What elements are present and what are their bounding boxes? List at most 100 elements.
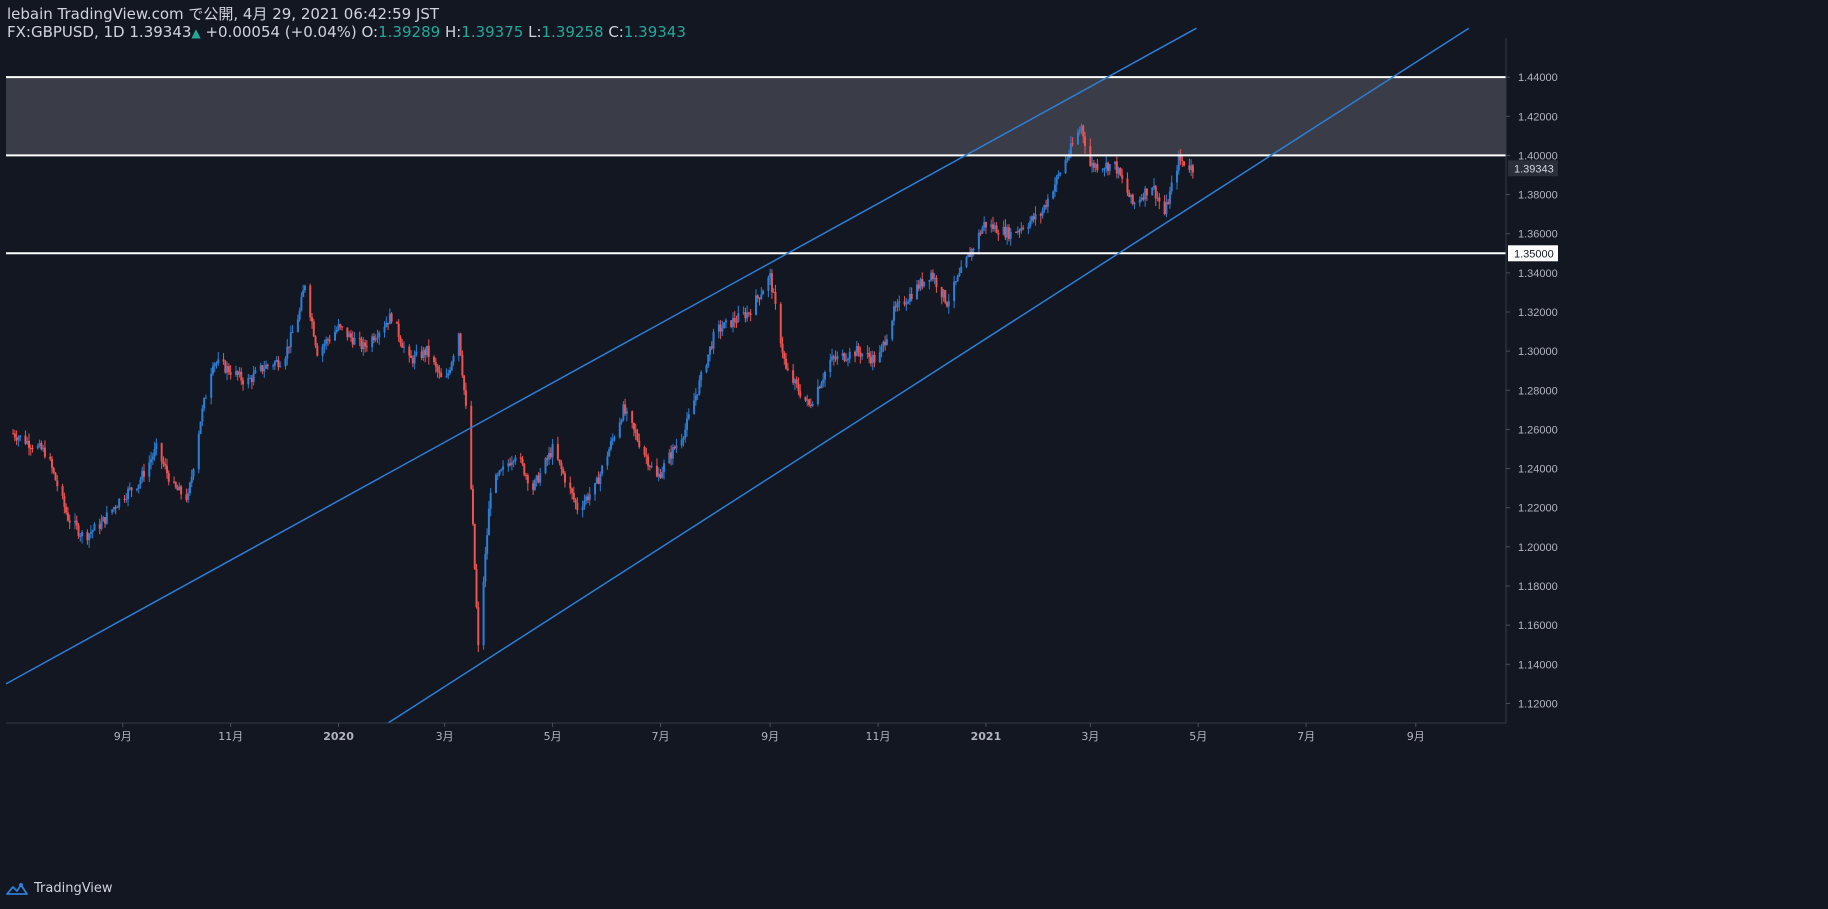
candle-body <box>24 435 27 444</box>
candle-body <box>50 459 53 468</box>
candle-body <box>236 371 239 375</box>
candle-body <box>242 380 245 385</box>
candle-body <box>298 310 301 320</box>
candle-body <box>661 472 664 478</box>
candle-body <box>572 492 575 500</box>
candle-body <box>892 306 895 321</box>
price-chart[interactable]: 1.440001.420001.400001.380001.360001.340… <box>0 0 1828 909</box>
candle-body <box>1114 161 1117 165</box>
candle-body <box>595 477 598 484</box>
candle-body <box>944 290 947 303</box>
x-tick-label: 11月 <box>218 730 243 743</box>
candle-body <box>288 346 291 348</box>
candle-body <box>855 346 858 357</box>
candle-body <box>210 373 213 398</box>
resistance-zone <box>6 77 1506 156</box>
candle-body <box>383 326 386 333</box>
candle-body <box>1145 188 1148 196</box>
candle-body <box>104 517 107 524</box>
candle-body <box>1115 161 1118 174</box>
candle-body <box>29 447 32 449</box>
candle-body <box>562 469 565 474</box>
candle-body <box>114 507 117 509</box>
candle-body <box>174 482 177 488</box>
candle-body <box>434 362 437 367</box>
candle-body <box>878 352 881 363</box>
candle-body <box>13 433 16 438</box>
candle-body <box>326 339 329 341</box>
candle-body <box>514 457 517 462</box>
tradingview-logo-icon <box>6 882 28 895</box>
candle-body <box>187 493 190 500</box>
candle-body <box>197 433 200 470</box>
candle-body <box>81 532 84 537</box>
candle-body <box>1151 187 1154 196</box>
candle-body <box>249 378 252 380</box>
candle-body <box>42 447 45 450</box>
candle-body <box>556 443 559 460</box>
candle-body <box>185 494 188 500</box>
candle-body <box>880 346 883 353</box>
candle-body <box>385 323 388 327</box>
candle-body <box>105 512 108 524</box>
candle-body <box>537 475 540 483</box>
candle-body <box>325 339 328 344</box>
candle-body <box>709 346 712 355</box>
candle-body <box>1191 165 1194 173</box>
y-tick-label: 1.20000 <box>1518 542 1558 554</box>
candle-body <box>1030 216 1033 222</box>
candle-body <box>969 254 972 258</box>
candle-body <box>588 494 591 500</box>
candle-body <box>408 346 411 356</box>
candle-body <box>1020 227 1023 231</box>
candle-body <box>424 349 427 356</box>
candle-body <box>436 366 439 372</box>
candle-body <box>799 391 802 397</box>
candle-body <box>1158 197 1161 202</box>
candle-body <box>1016 230 1019 233</box>
candle-body <box>755 295 757 315</box>
candle-body <box>328 339 331 341</box>
candle-body <box>226 366 229 373</box>
candle-body <box>89 532 92 534</box>
candle-body <box>953 281 956 302</box>
candle-body <box>1096 164 1099 171</box>
candle-body <box>1071 143 1074 145</box>
candle-body <box>730 320 733 327</box>
candle-body <box>958 272 961 277</box>
candle-body <box>915 284 918 299</box>
candle-body <box>61 486 64 497</box>
candle-body <box>928 280 931 282</box>
candle-body <box>571 488 574 493</box>
candle-body <box>461 354 464 376</box>
candle-body <box>351 337 354 345</box>
candle-body <box>1175 170 1178 183</box>
candle-body <box>234 371 237 375</box>
candle-body <box>519 457 522 459</box>
candle-body <box>907 301 910 304</box>
candle-body <box>510 462 513 466</box>
candle-body <box>141 470 144 480</box>
candle-body <box>719 324 722 332</box>
candle-body <box>100 521 103 529</box>
candle-body <box>279 366 282 368</box>
candle-body <box>1154 185 1157 199</box>
candle-body <box>760 294 763 300</box>
candle-body <box>402 346 405 348</box>
y-tick-label: 1.28000 <box>1518 385 1558 397</box>
candle-body <box>123 498 126 500</box>
candle-body <box>1053 184 1056 192</box>
candle-body <box>576 502 579 511</box>
candle-body <box>399 337 402 343</box>
candle-body <box>675 445 678 449</box>
candle-body <box>1022 227 1025 229</box>
candle-body <box>151 456 154 460</box>
candle-body <box>52 467 55 473</box>
candle-body <box>321 346 324 356</box>
candle-body <box>240 371 243 381</box>
candle-body <box>694 395 697 401</box>
y-tick-label: 1.26000 <box>1518 424 1558 436</box>
candles-layer <box>12 123 1194 653</box>
candle-body <box>673 447 676 449</box>
candle-body <box>335 329 338 333</box>
